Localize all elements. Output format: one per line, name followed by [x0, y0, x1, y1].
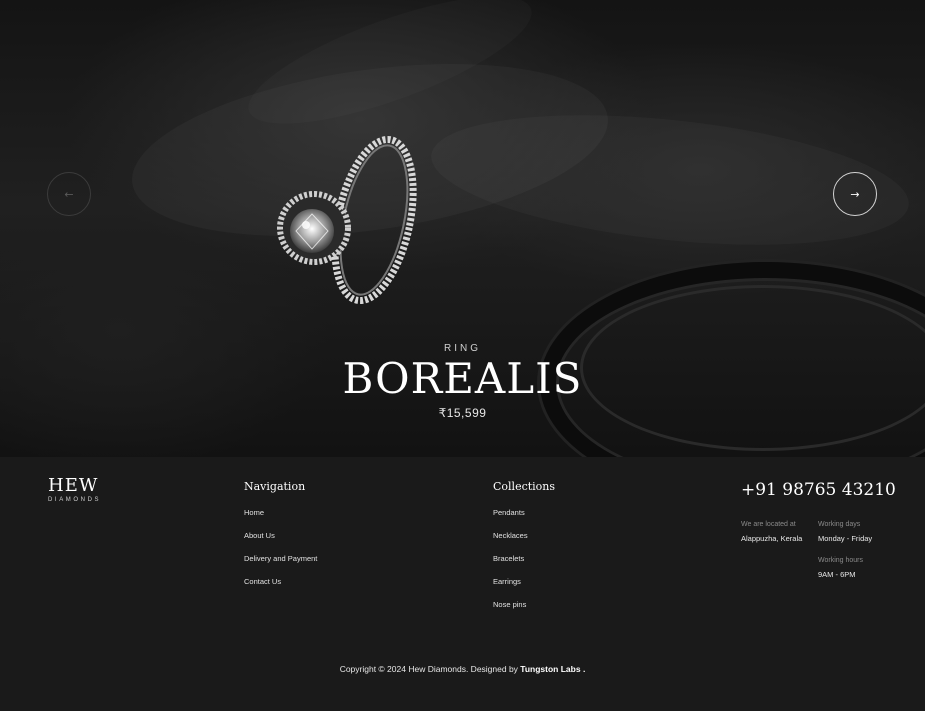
nav-link-home[interactable]: Home [244, 508, 317, 531]
collection-link-bracelets[interactable]: Bracelets [493, 554, 528, 577]
working-days-value: Monday - Friday [818, 534, 873, 543]
designer-link[interactable]: Tungston Labs . [520, 664, 585, 674]
phone-number[interactable]: +91 98765 43210 [741, 480, 896, 500]
working-hours-label: Working hours [818, 557, 864, 564]
location-label: We are located at [741, 521, 796, 528]
arrow-right-icon: → [850, 187, 860, 201]
logo-tagline: DIAMONDS [48, 497, 102, 503]
collections-list: Pendants Necklaces Bracelets Earrings No… [493, 508, 528, 623]
navigation-list: Home About Us Delivery and Payment Conta… [244, 508, 317, 600]
ring-image [277, 135, 417, 305]
location-value: Alappuzha, Kerala [741, 534, 803, 543]
copyright-notice: Copyright © 2024 Hew Diamonds. Designed … [0, 664, 925, 674]
collection-link-pendants[interactable]: Pendants [493, 508, 528, 531]
nav-link-contact-us[interactable]: Contact Us [244, 577, 317, 600]
hero-banner: ← → RING BOREALIS ₹15,599 [0, 0, 925, 457]
arrow-left-icon: ← [64, 187, 74, 201]
product-title: BOREALIS [342, 354, 583, 403]
collection-link-necklaces[interactable]: Necklaces [493, 531, 528, 554]
product-price: ₹15,599 [438, 406, 487, 420]
next-slide-button[interactable]: → [833, 172, 877, 216]
product-category: RING [444, 343, 481, 354]
working-hours-value: 9AM - 6PM [818, 570, 856, 579]
working-days-label: Working days [818, 521, 861, 528]
logo-wordmark: HEW [48, 475, 99, 496]
collection-link-nose-pins[interactable]: Nose pins [493, 600, 528, 623]
navigation-heading: Navigation [244, 480, 306, 493]
copyright-text: Copyright © 2024 Hew Diamonds. Designed … [339, 664, 521, 674]
site-footer: HEW DIAMONDS Navigation Home About Us De… [0, 457, 925, 711]
collections-heading: Collections [493, 480, 556, 493]
nav-link-about-us[interactable]: About Us [244, 531, 317, 554]
nav-link-delivery-and-payment[interactable]: Delivery and Payment [244, 554, 317, 577]
brand-logo[interactable]: HEW DIAMONDS [48, 475, 102, 504]
collection-link-earrings[interactable]: Earrings [493, 577, 528, 600]
previous-slide-button[interactable]: ← [47, 172, 91, 216]
